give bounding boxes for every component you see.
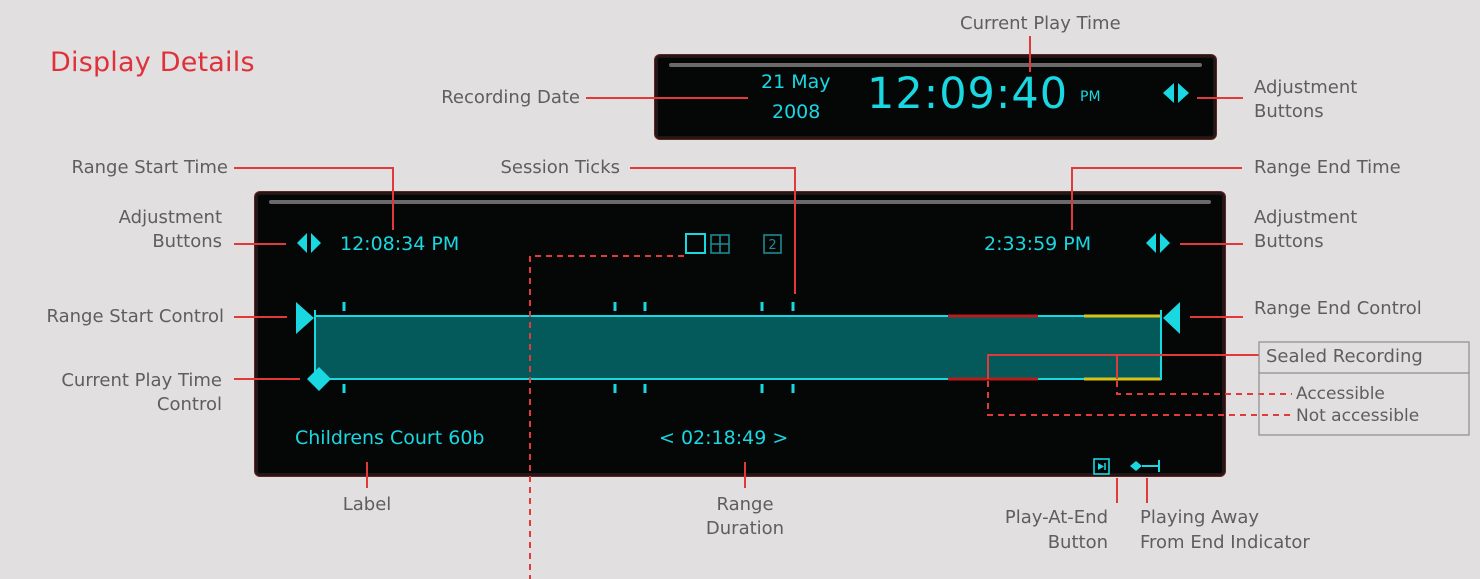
chevron-left-icon[interactable] <box>1163 83 1174 103</box>
callout-range-end-control: Range End Control <box>1254 298 1422 319</box>
callout-playing-away-indicator: Playing Away From End Indicator <box>1140 507 1310 553</box>
callout-recording-date: Recording Date <box>441 87 580 108</box>
callout-adjustment-buttons-left: Adjustment Buttons <box>118 207 222 252</box>
range-end-control[interactable] <box>1163 302 1180 334</box>
callout-range-start-time: Range Start Time <box>71 157 228 178</box>
callout-range-duration: Range Duration <box>705 494 785 539</box>
range-end-adjustment-buttons[interactable] <box>1146 233 1170 253</box>
timeline[interactable] <box>314 310 1162 381</box>
legend-not-accessible: Not accessible <box>1296 406 1420 426</box>
quad-view-icon[interactable] <box>710 234 730 254</box>
callout-current-play-time-control: Current Play Time Control <box>61 370 222 415</box>
play-at-end-button[interactable] <box>1093 458 1110 475</box>
chevron-right-icon[interactable] <box>311 233 321 253</box>
svg-text:2: 2 <box>768 238 776 253</box>
callout-lines <box>234 36 1259 503</box>
callout-sealed-recording: Sealed Recording <box>1266 346 1423 367</box>
chevron-right-icon[interactable] <box>1160 233 1170 253</box>
single-view-icon[interactable] <box>685 233 706 254</box>
callout-adjustment-buttons-right: Adjustment Buttons <box>1254 207 1358 252</box>
legend-accessible: Accessible <box>1296 384 1385 404</box>
playing-away-from-end-icon <box>1130 460 1160 472</box>
chevron-left-icon[interactable] <box>1146 233 1156 253</box>
timeline-range-bar[interactable] <box>315 316 1161 379</box>
callout-session-ticks: Session Ticks <box>500 157 620 178</box>
chevron-right-icon[interactable] <box>1178 83 1189 103</box>
callout-label: Label <box>342 494 392 515</box>
callout-range-start-control: Range Start Control <box>46 306 224 327</box>
callout-range-end-time: Range End Time <box>1254 157 1401 178</box>
chevron-left-icon[interactable] <box>297 233 307 253</box>
callout-current-play-time: Current Play Time <box>960 13 1121 34</box>
range-start-control[interactable] <box>296 302 314 334</box>
callout-play-at-end-button: Play-At-End Button <box>1004 507 1108 553</box>
range-start-adjustment-buttons[interactable] <box>297 233 321 253</box>
callout-adjustment-buttons-top: Adjustment Buttons <box>1254 77 1358 122</box>
view-mode-icons[interactable]: 2 <box>685 233 782 254</box>
two-view-icon[interactable]: 2 <box>763 234 782 254</box>
top-adjustment-buttons[interactable] <box>1163 83 1189 103</box>
